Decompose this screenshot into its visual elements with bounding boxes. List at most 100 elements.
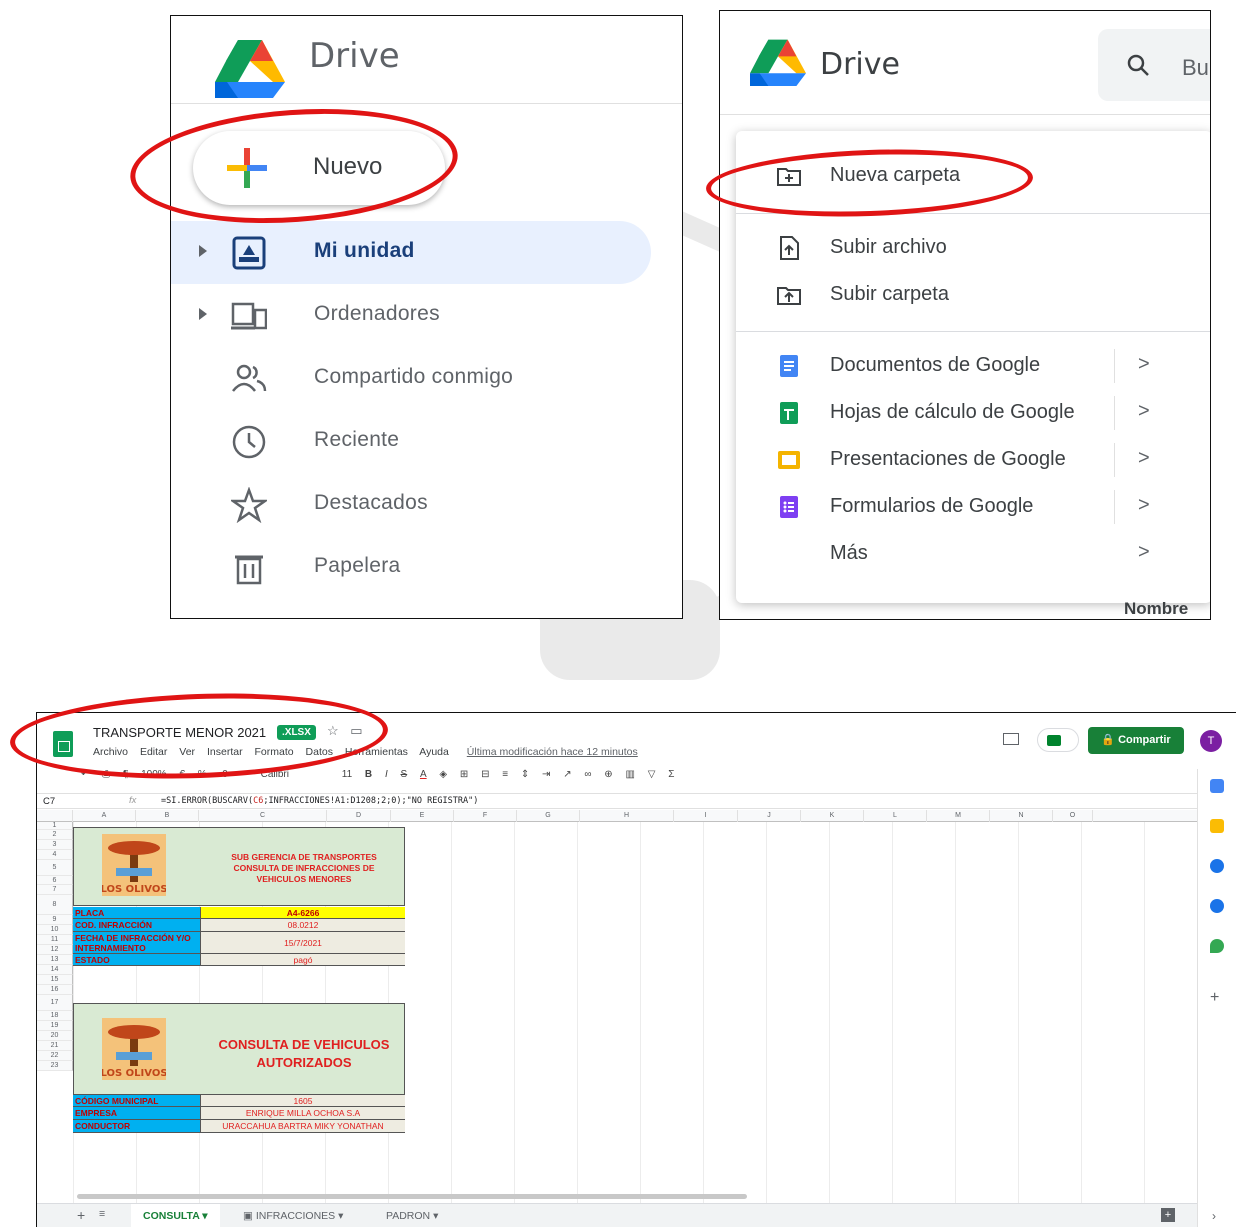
menu-item-google-sheets[interactable]: Hojas de cálculo de Google >	[736, 390, 1210, 436]
italic-icon[interactable]: I	[385, 769, 388, 780]
column-header[interactable]: M	[927, 810, 990, 822]
menu-editar[interactable]: Editar	[140, 746, 167, 758]
row-key[interactable]: ESTADO	[73, 954, 201, 965]
column-header[interactable]: C	[199, 810, 327, 822]
all-sheets-icon[interactable]: ≡	[99, 1208, 105, 1220]
nav-item-shared[interactable]: Compartido conmigo	[171, 347, 682, 410]
row-header[interactable]: 17	[37, 995, 73, 1011]
link-icon[interactable]: ∞	[584, 769, 591, 780]
column-header[interactable]: O	[1053, 810, 1093, 822]
column-header[interactable]: A	[73, 810, 136, 822]
column-header[interactable]: K	[801, 810, 864, 822]
row-key[interactable]: CONDUCTOR	[73, 1120, 201, 1132]
menu-item-upload-folder[interactable]: Subir carpeta	[736, 272, 1210, 318]
row-header[interactable]: 13	[37, 955, 73, 965]
print-icon[interactable]: ⎙	[102, 769, 110, 780]
fill-color-icon[interactable]: ◈	[439, 769, 447, 780]
row-value[interactable]: A4-6266	[201, 907, 405, 918]
filter-icon[interactable]: ▽	[648, 769, 656, 780]
tasks-icon[interactable]	[1210, 859, 1224, 873]
menu-item-more[interactable]: Más >	[736, 531, 1210, 577]
row-value[interactable]: URACCAHUA BARTRA MIKY YONATHAN	[201, 1120, 405, 1132]
functions-icon[interactable]: Σ	[668, 769, 674, 780]
menu-datos[interactable]: Datos	[306, 746, 333, 758]
column-header[interactable]: G	[517, 810, 580, 822]
row-header[interactable]: 6	[37, 876, 73, 885]
nav-item-computers[interactable]: Ordenadores	[171, 284, 682, 347]
row-header[interactable]: 21	[37, 1041, 73, 1051]
menu-insertar[interactable]: Insertar	[207, 746, 243, 758]
font-size-select[interactable]: 11	[342, 769, 352, 780]
column-header[interactable]: D	[327, 810, 391, 822]
currency-icon[interactable]: €	[179, 769, 185, 780]
row-header[interactable]: 8	[37, 895, 73, 915]
row-value[interactable]: ENRIQUE MILLA OCHOA S.A	[201, 1107, 405, 1119]
keep-icon[interactable]	[1210, 819, 1224, 833]
row-header[interactable]: 9	[37, 915, 73, 925]
row-header[interactable]: 3	[37, 840, 73, 850]
move-folder-icon[interactable]: ▭	[350, 723, 362, 738]
explore-icon[interactable]: +	[1161, 1208, 1175, 1222]
add-sheet-icon[interactable]: +	[77, 1207, 85, 1223]
chart-icon[interactable]: ▥	[625, 769, 634, 780]
zoom-select[interactable]: 100%	[141, 769, 167, 780]
row-header[interactable]: 7	[37, 885, 73, 895]
column-header[interactable]: N	[990, 810, 1053, 822]
formula-input[interactable]: =SI.ERROR(BUSCARV(C6;INFRACCIONES!A1:D12…	[161, 796, 478, 806]
row-header[interactable]: 2	[37, 830, 73, 840]
last-modified-link[interactable]: Última modificación hace 12 minutos	[467, 746, 638, 758]
menu-ver[interactable]: Ver	[179, 746, 195, 758]
row-header[interactable]: 10	[37, 925, 73, 935]
tab-padron[interactable]: PADRON ▾	[386, 1210, 438, 1222]
align-icon[interactable]: ≡	[502, 769, 508, 780]
comment-add-icon[interactable]: ⊕	[604, 769, 612, 780]
column-header[interactable]: F	[454, 810, 517, 822]
horizontal-scrollbar[interactable]	[77, 1194, 747, 1199]
calendar-icon[interactable]	[1210, 779, 1224, 793]
row-key[interactable]: EMPRESA	[73, 1107, 201, 1119]
menu-item-new-folder[interactable]: Nueva carpeta	[736, 153, 1210, 199]
column-header[interactable]: H	[580, 810, 674, 822]
row-key[interactable]: PLACA	[73, 907, 201, 918]
column-header[interactable]: E	[391, 810, 454, 822]
decimal-icon[interactable]: .0	[220, 769, 228, 780]
add-addon-icon[interactable]: +	[1210, 989, 1219, 1007]
row-key[interactable]: COD. INFRACCIÓN	[73, 919, 201, 931]
menu-herramientas[interactable]: Herramientas	[345, 746, 408, 758]
row-header[interactable]: 4	[37, 850, 73, 860]
borders-icon[interactable]: ⊞	[460, 769, 468, 780]
sheets-icon[interactable]	[53, 731, 73, 757]
row-header[interactable]: 19	[37, 1021, 73, 1031]
row-header[interactable]: 22	[37, 1051, 73, 1061]
undo-icon[interactable]: ↶	[81, 769, 89, 780]
avatar[interactable]: T	[1200, 730, 1222, 752]
row-value[interactable]: 15/7/2021	[201, 932, 405, 953]
column-header[interactable]: L	[864, 810, 927, 822]
menu-item-google-forms[interactable]: Formularios de Google >	[736, 484, 1210, 530]
rotate-icon[interactable]: ↗	[563, 769, 571, 780]
menu-item-google-slides[interactable]: Presentaciones de Google >	[736, 437, 1210, 483]
text-color-icon[interactable]: A	[420, 769, 427, 780]
menu-formato[interactable]: Formato	[255, 746, 294, 758]
nav-item-recent[interactable]: Reciente	[171, 410, 682, 473]
column-header-name[interactable]: Nombre	[1124, 599, 1188, 619]
row-header[interactable]: 18	[37, 1011, 73, 1021]
maps-icon[interactable]	[1210, 939, 1224, 953]
row-header[interactable]: 11	[37, 935, 73, 945]
wrap-icon[interactable]: ⇥	[542, 769, 550, 780]
menu-item-upload-file[interactable]: Subir archivo	[736, 225, 1210, 271]
valign-icon[interactable]: ⇕	[521, 769, 529, 780]
row-value[interactable]: 1605	[201, 1095, 405, 1106]
contacts-icon[interactable]	[1210, 899, 1224, 913]
row-header[interactable]: 23	[37, 1061, 73, 1071]
new-button[interactable]: Nuevo	[193, 131, 445, 205]
name-box[interactable]: C7	[43, 796, 55, 807]
row-key[interactable]: CÓDIGO MUNICIPAL	[73, 1095, 201, 1106]
row-header[interactable]: 20	[37, 1031, 73, 1041]
select-all-corner[interactable]	[37, 810, 73, 822]
tab-consulta[interactable]: CONSULTA ▾	[131, 1204, 220, 1227]
expand-arrow-icon[interactable]	[199, 308, 207, 320]
star-icon[interactable]: ☆	[327, 723, 339, 738]
menu-ayuda[interactable]: Ayuda	[419, 746, 449, 758]
row-value[interactable]: pagó	[201, 954, 405, 965]
